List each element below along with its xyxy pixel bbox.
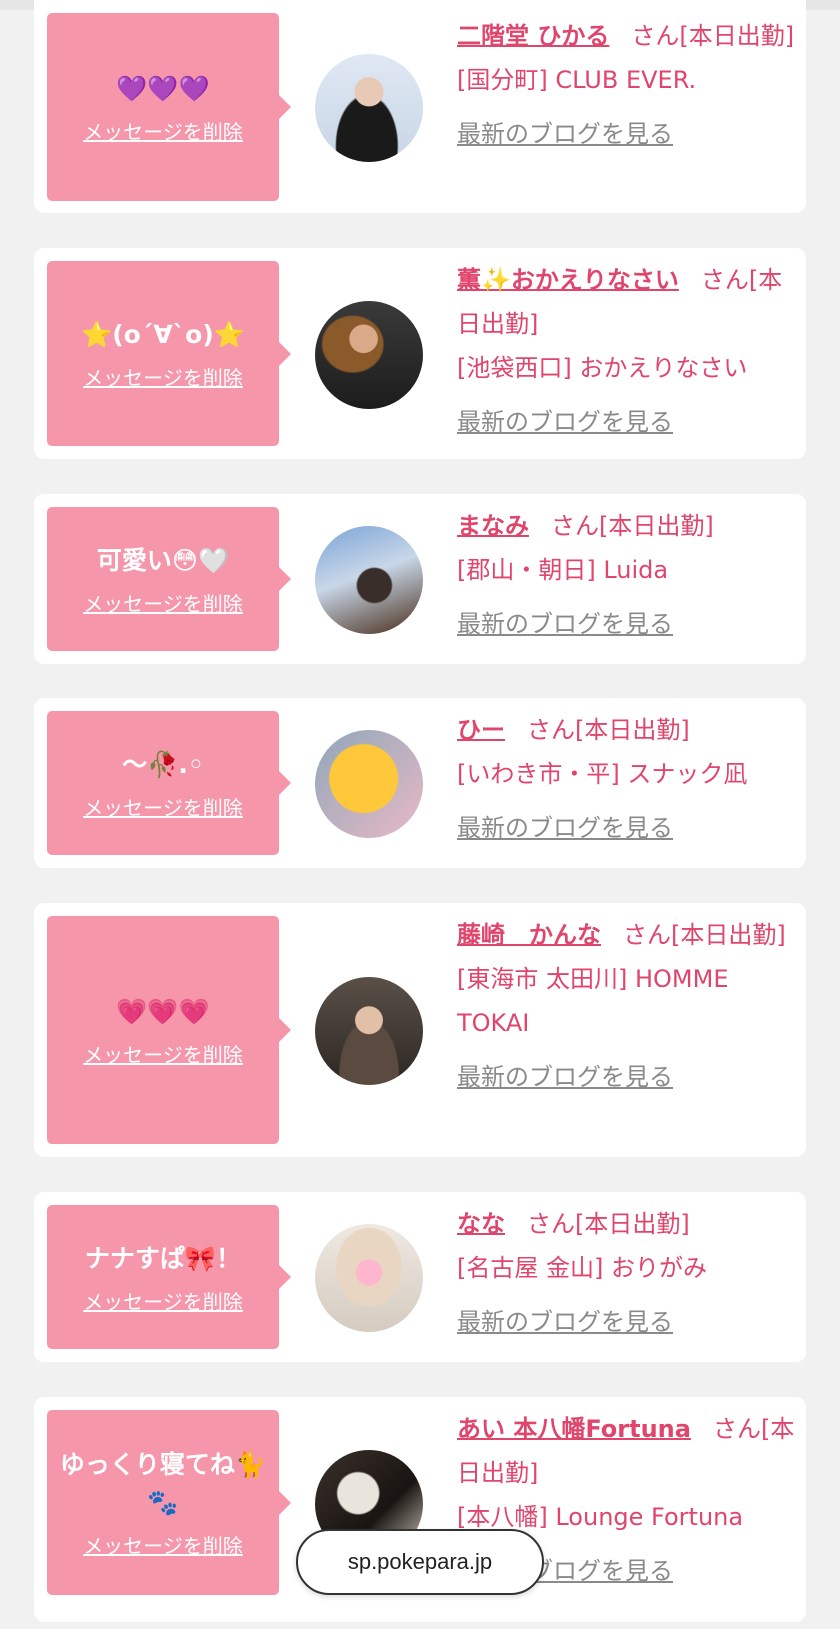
work-status: [本日出勤] (575, 1210, 690, 1238)
message-bubble: 〜🥀.◦ メッセージを削除 (47, 711, 291, 855)
message-text: ゆっくり寝てね🐈🐾 (59, 1450, 267, 1517)
shop-info: [名古屋 金山] おりがみ (457, 1254, 707, 1282)
delete-message-link[interactable]: メッセージを削除 (83, 1530, 243, 1559)
san-suffix: さん (631, 22, 680, 50)
message-text: 💜💜💜 (116, 73, 210, 103)
favorite-card: ナナすぱ🎀！ メッセージを削除 なな さん[本日出勤] [名古屋 金山] おりがみ… (34, 1192, 806, 1362)
message-text: 可愛い😳🤍 (96, 545, 230, 575)
girl-name-link[interactable]: あい 本八幡Fortuna (457, 1415, 691, 1443)
san-suffix: さん (700, 266, 749, 294)
favorite-card: 💗💗💗 メッセージを削除 藤崎 かんな さん[本日出勤] [東海市 太田川] HO… (34, 903, 806, 1157)
girl-info: なな さん[本日出勤] [名古屋 金山] おりがみ 最新のブログを見る (457, 1202, 795, 1344)
favorite-card: 〜🥀.◦ メッセージを削除 ひー さん[本日出勤] [いわき市・平] スナック凪 … (34, 698, 806, 868)
girl-info: 薫✨おかえりなさい さん[本日出勤] [池袋西口] おかえりなさい 最新のブログを… (457, 258, 795, 444)
favorite-card: ⭐(o´∀`o)⭐ メッセージを削除 薫✨おかえりなさい さん[本日出勤] [池袋… (34, 248, 806, 459)
girl-info: 藤崎 かんな さん[本日出勤] [東海市 太田川] HOMME TOKAI 最新の… (457, 913, 795, 1099)
san-suffix: さん (527, 716, 575, 744)
girl-name-link[interactable]: 二階堂 ひかる (457, 22, 609, 50)
shop-info: [池袋西口] おかえりなさい (457, 354, 748, 382)
girl-info: ひー さん[本日出勤] [いわき市・平] スナック凪 最新のブログを見る (457, 708, 795, 850)
delete-message-link[interactable]: メッセージを削除 (83, 1039, 243, 1068)
favorite-card: 💜💜💜 メッセージを削除 二階堂 ひかる さん[本日出勤] [国分町] CLUB … (34, 0, 806, 213)
avatar[interactable] (315, 1224, 423, 1332)
girl-info: 二階堂 ひかる さん[本日出勤] [国分町] CLUB EVER. 最新のブログを… (457, 14, 795, 156)
message-bubble: 可愛い😳🤍 メッセージを削除 (47, 507, 291, 651)
shop-info: [国分町] CLUB EVER. (457, 66, 697, 94)
blog-link[interactable]: 最新のブログを見る (457, 400, 795, 444)
avatar[interactable] (315, 301, 423, 409)
avatar[interactable] (315, 977, 423, 1085)
work-status: [本日出勤] (599, 512, 714, 540)
blog-link[interactable]: 最新のブログを見る (457, 602, 795, 646)
message-bubble: ゆっくり寝てね🐈🐾 メッセージを削除 (47, 1410, 291, 1595)
work-status: [本日出勤] (679, 22, 795, 50)
delete-message-link[interactable]: メッセージを削除 (83, 588, 243, 617)
girl-info: まなみ さん[本日出勤] [郡山・朝日] Luida 最新のブログを見る (457, 504, 795, 646)
girl-name-link[interactable]: なな (457, 1210, 505, 1238)
san-suffix: さん (623, 921, 671, 949)
girl-name-link[interactable]: 薫✨おかえりなさい (457, 266, 679, 294)
favorite-card: 可愛い😳🤍 メッセージを削除 まなみ さん[本日出勤] [郡山・朝日] Luida… (34, 494, 806, 664)
avatar[interactable] (315, 54, 423, 162)
message-bubble: 💜💜💜 メッセージを削除 (47, 13, 291, 201)
delete-message-link[interactable]: メッセージを削除 (83, 1286, 243, 1315)
work-status: [本日出勤] (671, 921, 786, 949)
avatar[interactable] (315, 526, 423, 634)
avatar[interactable] (315, 730, 423, 838)
delete-message-link[interactable]: メッセージを削除 (83, 362, 243, 391)
work-status: [本日出勤] (575, 716, 690, 744)
message-bubble: ナナすぱ🎀！ メッセージを削除 (47, 1205, 291, 1349)
message-text: ⭐(o´∀`o)⭐ (81, 320, 245, 349)
browser-url-bar[interactable]: sp.pokepara.jp (296, 1529, 544, 1595)
shop-info: [東海市 太田川] HOMME TOKAI (457, 965, 729, 1037)
message-text: 〜🥀.◦ (122, 749, 204, 779)
blog-link[interactable]: 最新のブログを見る (457, 806, 795, 850)
girl-name-link[interactable]: 藤崎 かんな (457, 921, 601, 949)
delete-message-link[interactable]: メッセージを削除 (83, 116, 243, 145)
message-bubble: ⭐(o´∀`o)⭐ メッセージを削除 (47, 261, 291, 446)
girl-name-link[interactable]: ひー (457, 716, 505, 744)
shop-info: [本八幡] Lounge Fortuna (457, 1503, 744, 1531)
blog-link[interactable]: 最新のブログを見る (457, 1300, 795, 1344)
san-suffix: さん (551, 512, 599, 540)
san-suffix: さん (712, 1415, 761, 1443)
san-suffix: さん (527, 1210, 575, 1238)
message-text: 💗💗💗 (116, 996, 210, 1026)
blog-link[interactable]: 最新のブログを見る (457, 112, 795, 156)
shop-info: [いわき市・平] スナック凪 (457, 760, 748, 788)
delete-message-link[interactable]: メッセージを削除 (83, 792, 243, 821)
message-text: ナナすぱ🎀！ (84, 1243, 242, 1273)
shop-info: [郡山・朝日] Luida (457, 556, 669, 584)
girl-name-link[interactable]: まなみ (457, 512, 529, 540)
blog-link[interactable]: 最新のブログを見る (457, 1055, 795, 1099)
message-bubble: 💗💗💗 メッセージを削除 (47, 916, 291, 1144)
